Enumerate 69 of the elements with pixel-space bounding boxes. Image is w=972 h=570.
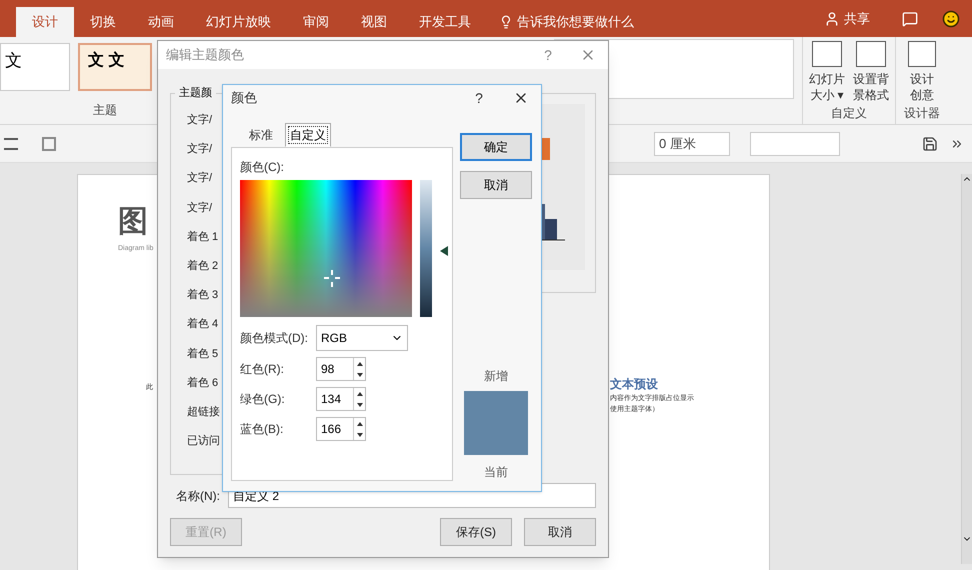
slide-heading: 文本预设 (610, 376, 659, 392)
dialog-tab[interactable]: 标准 (241, 123, 281, 147)
pointer-arrow-icon[interactable] (440, 246, 448, 256)
group-label: 主题 (92, 102, 118, 119)
group-label: 设计器 (904, 105, 940, 122)
spinner-arrows-icon[interactable] (353, 388, 365, 410)
theme-color-label: 着色 5 (187, 346, 218, 362)
channel-spinbox[interactable]: 134 (316, 387, 366, 411)
help-button[interactable]: ? (469, 88, 489, 108)
theme-color-label: 着色 4 (187, 316, 218, 332)
ok-button[interactable]: 确定 (460, 133, 532, 161)
channel-label: 蓝色(B): (240, 421, 284, 438)
channel-spinbox[interactable]: 166 (316, 417, 366, 441)
current-color-label: 当前 (484, 464, 508, 481)
user-icon (824, 10, 840, 26)
ribbon-tab[interactable]: 审阅 (287, 7, 345, 37)
channel-spinbox[interactable]: 98 (316, 357, 366, 381)
theme-color-label: 文字/ (187, 200, 212, 216)
channel-label: 绿色(G): (240, 391, 286, 408)
channel-label: 红色(R): (240, 361, 285, 378)
spacing-field[interactable]: 0 厘米 (654, 132, 730, 156)
comment-icon[interactable] (902, 10, 918, 26)
save-icon[interactable] (922, 136, 938, 152)
slide-frame-icon (812, 41, 842, 67)
color-mode-select[interactable]: RGB (316, 325, 408, 351)
new-color-label: 新增 (484, 368, 508, 385)
ribbon-tab[interactable]: 开发工具 (403, 7, 487, 37)
theme-thumbnail[interactable]: 文 文 (78, 43, 152, 91)
share-button[interactable]: 共享 (816, 0, 878, 37)
save-button[interactable]: 保存(S) (440, 518, 512, 546)
cancel-button[interactable]: 取消 (524, 518, 596, 546)
slide-title: 图 (118, 204, 148, 240)
theme-color-label: 着色 1 (187, 230, 218, 245)
slide-size-button[interactable]: 幻灯片 大小 ▾ (807, 37, 847, 103)
theme-color-label: 文字/ (187, 142, 212, 158)
vertical-scrollbar[interactable] (961, 174, 972, 564)
align-icon[interactable] (4, 138, 18, 150)
cancel-button[interactable]: 取消 (460, 171, 532, 199)
ribbon-tab[interactable]: 切换 (74, 7, 132, 37)
design-ideas-button[interactable]: 设计 创意 (908, 37, 936, 103)
theme-thumbnail[interactable]: 文 (0, 43, 70, 91)
group-label: 自定义 (831, 105, 867, 122)
ribbon-tab[interactable]: 设计 (16, 7, 74, 37)
theme-color-label: 着色 2 (187, 258, 218, 274)
dropdown-field[interactable] (750, 132, 840, 156)
tell-me-search[interactable]: 告诉我你想要做什么 (487, 7, 646, 37)
spinner-arrows-icon[interactable] (353, 358, 365, 380)
help-button[interactable]: ? (538, 44, 558, 66)
format-background-button[interactable]: 设置背 景格式 (851, 37, 891, 103)
theme-color-label: 已访问 (187, 434, 220, 450)
colors-label: 颜色(C): (240, 159, 285, 176)
theme-color-label: 着色 3 (187, 288, 218, 304)
luminance-bar[interactable] (420, 180, 432, 317)
new-color-swatch (464, 391, 528, 455)
ribbon-tab[interactable]: 幻灯片放映 (190, 7, 287, 37)
theme-color-label: 文字/ (187, 170, 212, 186)
dialog-title: 编辑主题颜色 (166, 46, 244, 64)
dialog-title: 颜色 (231, 89, 257, 108)
ribbon-tab[interactable]: 动画 (132, 7, 190, 37)
smiley-icon[interactable] (942, 10, 960, 28)
name-label: 名称(N): (176, 488, 220, 504)
ribbon-tab[interactable]: 视图 (345, 7, 403, 37)
lightbulb-icon (499, 15, 513, 29)
theme-color-label: 超链接 (187, 404, 220, 420)
color-mode-label: 颜色模式(D): (240, 330, 308, 347)
dialog-tab[interactable]: 自定义 (285, 123, 331, 147)
theme-color-label: 文字/ (187, 112, 212, 128)
spinner-arrows-icon[interactable] (353, 418, 365, 440)
theme-color-label: 着色 6 (187, 376, 218, 391)
